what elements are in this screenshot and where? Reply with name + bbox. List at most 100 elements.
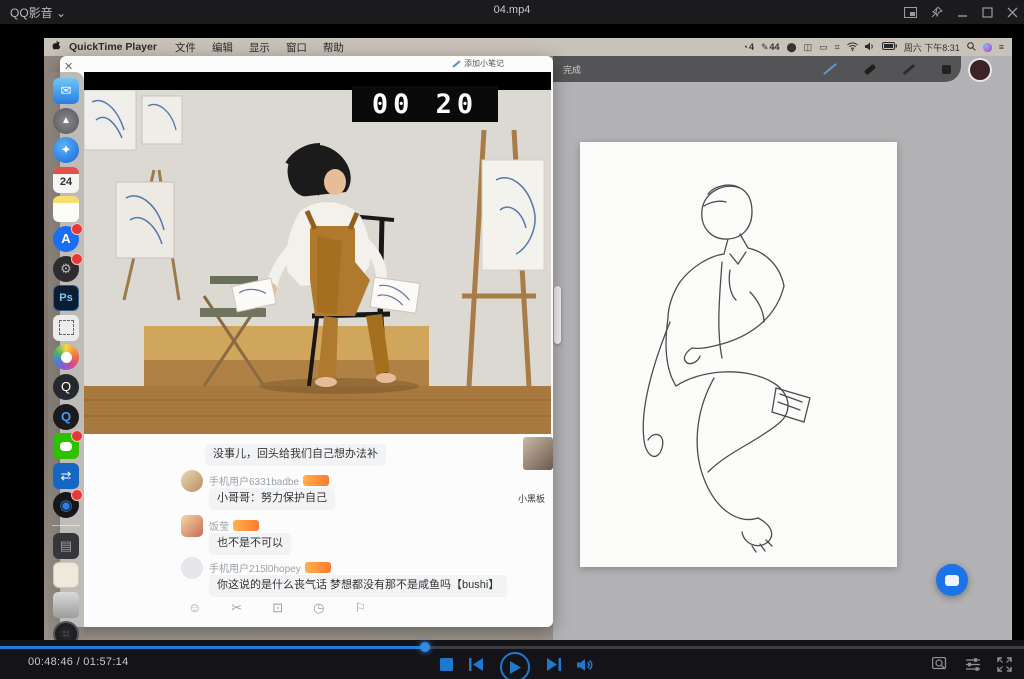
notification-badge — [71, 223, 83, 235]
siri-icon[interactable] — [983, 43, 992, 52]
status-display-icon[interactable]: ▭ — [819, 42, 828, 53]
status-mirror-icon[interactable]: ⌗ — [835, 42, 840, 53]
note-pen-icon — [452, 60, 460, 67]
status-app-icon[interactable]: ◔4 — [743, 42, 754, 52]
notes-icon[interactable] — [53, 196, 79, 222]
wechat-icon[interactable] — [53, 433, 79, 459]
color-swatch[interactable] — [968, 58, 992, 82]
fan-badge — [305, 562, 331, 573]
pose-reference-video[interactable] — [84, 72, 551, 434]
chat-message-bubble: 你这说的是什么丧气话 梦想都没有那不是咸鱼吗【bushi】 — [209, 575, 507, 597]
chat-message-bubble: 小哥哥：努力保护自己 — [209, 488, 335, 510]
calendar-icon[interactable]: 24 — [53, 167, 79, 193]
player-titlebar: 04.mp4 QQ影音 ⌄ — [0, 0, 1024, 24]
play-button[interactable] — [500, 652, 530, 679]
markup-done-button[interactable]: 完成 — [563, 63, 581, 76]
avatar[interactable] — [181, 557, 203, 579]
control-center-icon[interactable]: ≡ — [999, 42, 1004, 52]
time-display: 00:48:46 / 01:57:14 — [28, 656, 129, 668]
sketch-canvas[interactable] — [580, 142, 897, 567]
chat-toolbar: ☺ ✂ ⊡ ◷ ⚐ — [188, 600, 366, 616]
app-menu-button[interactable]: QQ影音 ⌄ — [10, 4, 66, 21]
trash-icon[interactable] — [53, 592, 79, 618]
marker-tool-icon[interactable] — [864, 63, 876, 75]
macos-menubar: QuickTime Player 文件 编辑 显示 窗口 帮助 ◔4 ✎44 ⬤… — [44, 38, 1012, 56]
spotlight-icon[interactable] — [967, 42, 976, 53]
qq-icon[interactable]: Q — [53, 374, 79, 400]
photoshop-icon[interactable]: Ps — [53, 285, 79, 311]
playback-controls — [440, 653, 594, 679]
minimize-button[interactable] — [957, 7, 968, 18]
chat-bubble-icon — [945, 575, 959, 586]
menubar-clock[interactable]: 周六 下午8:31 — [904, 41, 960, 54]
notify-icon[interactable]: ⚐ — [354, 600, 366, 616]
files-icon[interactable]: ▤ — [53, 533, 79, 559]
volume-button[interactable] — [577, 658, 594, 677]
volume-status-icon[interactable] — [865, 42, 875, 53]
menu-help[interactable]: 帮助 — [323, 40, 344, 55]
battery-icon[interactable] — [882, 42, 897, 52]
notification-badge — [71, 253, 83, 265]
maximize-button[interactable] — [982, 7, 993, 18]
emoji-icon[interactable]: ☺ — [188, 600, 201, 616]
screenshot-app-icon[interactable] — [53, 315, 79, 341]
notification-badge — [71, 430, 83, 442]
mail-icon[interactable]: ✉ — [53, 78, 79, 104]
menu-file[interactable]: 文件 — [175, 40, 196, 55]
fan-badge — [303, 475, 329, 486]
chat-username: 饭莹 — [209, 518, 259, 533]
chat-username: 手机用户6331badbe — [209, 473, 329, 488]
eraser-tool-icon[interactable] — [942, 65, 951, 74]
next-button[interactable] — [546, 658, 561, 676]
teamviewer-icon[interactable]: ⇄ — [53, 463, 79, 489]
avatar[interactable] — [181, 515, 203, 537]
photos-icon[interactable] — [53, 344, 79, 370]
qq-player-window: 04.mp4 QQ影音 ⌄ QuickTime Player 文件 编辑 显示 … — [0, 0, 1024, 679]
image-icon[interactable]: ⊡ — [272, 600, 283, 616]
markup-toolbar: 完成 — [553, 56, 961, 82]
dock: ✉ ▲ ✦ 24 A ⚙ Ps Q Q ⇄ ◉ ▤ ∷ — [48, 72, 84, 638]
status-chat-icon[interactable]: ✎44 — [761, 42, 780, 53]
player-right-tools — [932, 657, 1012, 677]
wifi-icon[interactable] — [847, 42, 858, 53]
panel-drag-handle[interactable] — [554, 286, 561, 344]
image-file-icon[interactable] — [53, 562, 79, 588]
seek-handle[interactable] — [420, 642, 430, 652]
note-tab[interactable]: 添加小笔记 — [452, 58, 504, 69]
pen-tool-icon[interactable] — [823, 63, 837, 75]
notification-badge — [71, 489, 83, 501]
dock-separator — [52, 525, 80, 526]
target-app-icon[interactable]: ◉ — [53, 492, 79, 518]
app-store-icon[interactable]: A — [53, 226, 79, 252]
qq-browser-icon[interactable]: Q — [53, 404, 79, 430]
chat-message-bubble: 没事儿，回头给我们自己想办法补 — [205, 444, 386, 466]
close-button[interactable] — [1007, 7, 1018, 18]
streamer-thumbnail[interactable] — [523, 437, 553, 470]
menu-edit[interactable]: 编辑 — [212, 40, 233, 55]
stop-button[interactable] — [440, 658, 453, 676]
avatar[interactable] — [181, 470, 203, 492]
settings-icon[interactable] — [965, 657, 981, 677]
system-utility-icon[interactable]: ⚙ — [53, 256, 79, 282]
menubar-app-name: QuickTime Player — [69, 41, 157, 53]
launchpad-icon[interactable]: ▲ — [53, 108, 79, 134]
seek-bar-progress — [0, 646, 425, 649]
fullscreen-icon[interactable] — [997, 657, 1012, 677]
safari-icon[interactable]: ✦ — [53, 137, 79, 163]
status-input-icon[interactable]: ◫ — [804, 42, 813, 53]
pencil-tool-icon[interactable] — [903, 63, 916, 74]
pose-timer: 00 20 — [352, 86, 498, 122]
video-title: 04.mp4 — [0, 4, 1024, 16]
status-ink-icon[interactable]: ⬤ — [787, 42, 797, 53]
pin-icon[interactable] — [931, 6, 943, 18]
figure-sketch — [580, 142, 897, 567]
chat-fab-button[interactable] — [936, 564, 968, 596]
frame-capture-icon[interactable] — [932, 657, 949, 677]
menu-view[interactable]: 显示 — [249, 40, 270, 55]
chat-username: 手机用户215l0hopey — [209, 560, 331, 575]
history-icon[interactable]: ◷ — [313, 600, 324, 616]
mini-mode-icon[interactable] — [904, 7, 917, 18]
screenshot-icon[interactable]: ✂ — [231, 600, 242, 616]
menu-window[interactable]: 窗口 — [286, 40, 307, 55]
previous-button[interactable] — [469, 658, 484, 676]
